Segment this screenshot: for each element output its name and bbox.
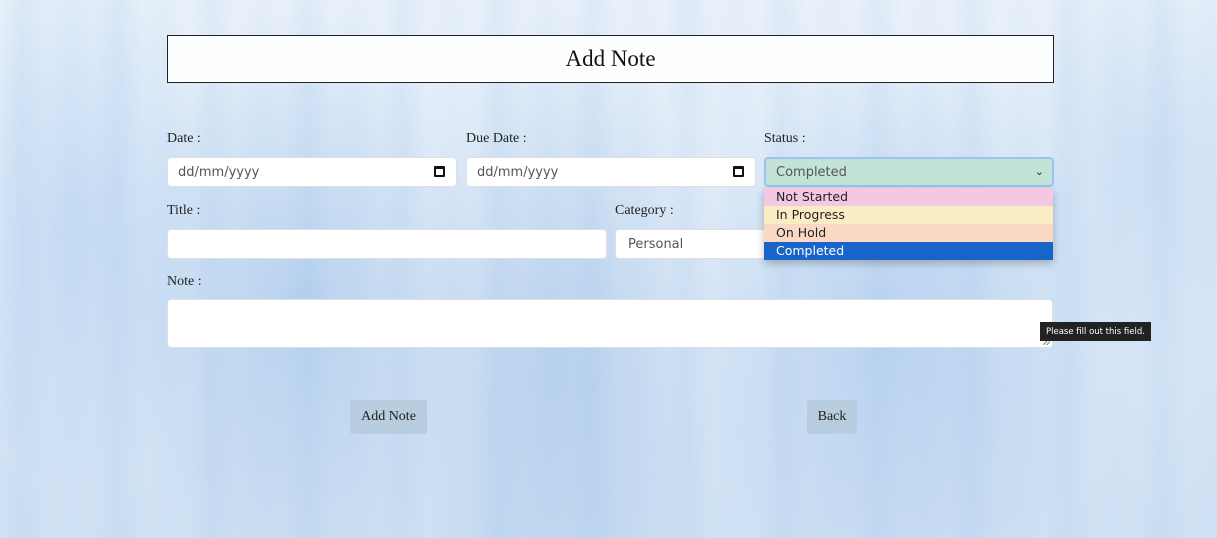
category-selected-value: Personal	[628, 236, 684, 252]
status-option-in-progress[interactable]: In Progress	[764, 206, 1053, 224]
title-input[interactable]	[167, 229, 607, 259]
status-option-completed[interactable]: Completed	[764, 242, 1053, 260]
status-selected-value: Completed	[776, 164, 847, 180]
status-option-not-started[interactable]: Not Started	[764, 188, 1053, 206]
status-option-on-hold[interactable]: On Hold	[764, 224, 1053, 242]
due-date-label: Due Date :	[466, 131, 527, 146]
title-label: Title :	[167, 203, 201, 218]
due-date-input[interactable]: dd/mm/yyyy	[466, 157, 756, 187]
note-label: Note :	[167, 274, 202, 289]
chevron-down-icon: ⌄	[1034, 165, 1044, 178]
category-label: Category :	[615, 203, 674, 218]
status-dropdown: Not Started In Progress On Hold Complete…	[764, 188, 1053, 260]
page-title: Add Note	[167, 35, 1054, 83]
date-placeholder: dd/mm/yyyy	[178, 164, 260, 180]
back-button[interactable]: Back	[807, 400, 857, 434]
status-label: Status :	[764, 131, 806, 146]
date-input[interactable]: dd/mm/yyyy	[167, 157, 457, 187]
add-note-button[interactable]: Add Note	[350, 400, 427, 434]
note-textarea[interactable]	[167, 299, 1053, 348]
validation-tooltip: Please fill out this field.	[1040, 322, 1151, 341]
due-date-placeholder: dd/mm/yyyy	[477, 164, 559, 180]
status-select[interactable]: Completed ⌄	[764, 157, 1054, 187]
calendar-icon[interactable]	[733, 166, 744, 177]
date-label: Date :	[167, 131, 201, 146]
calendar-icon[interactable]	[434, 166, 445, 177]
